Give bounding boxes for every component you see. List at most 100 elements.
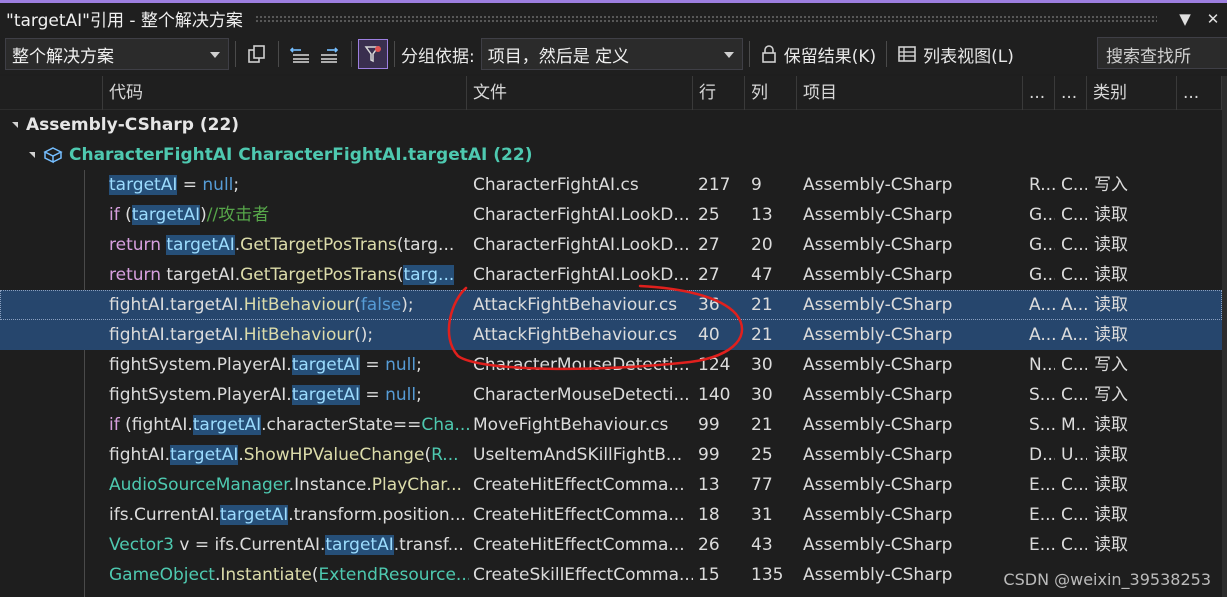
reference-row[interactable]: if (targetAI)//攻击者 CharacterFightAI.LookD… [0,200,1222,230]
code-cell: fightSystem.PlayerAI.targetAI = null; [109,350,469,380]
containing-member-cell: S... [1029,385,1055,405]
code-cell: Vector3 v = ifs.CurrentAI.targetAI.trans… [109,530,469,560]
code-token: GetTargetPosTrans [240,235,397,255]
code-token: Instantiate [220,565,312,585]
code-token: false [360,295,402,315]
containing-type-cell: C... [1061,385,1087,405]
containing-member-cell: E... [1029,475,1055,495]
window-position-dropdown-button[interactable]: ▼ [1171,10,1199,28]
code-cell: ifs.CurrentAI.targetAI.transform.positio… [109,500,469,530]
copy-button[interactable] [242,39,272,69]
code-cell: if (targetAI)//攻击者 [109,200,469,230]
reference-row[interactable]: fightAI.targetAI.ShowHPValueChange(R... U… [0,440,1222,470]
code-cell: fightSystem.PlayerAI.targetAI = null; [109,380,469,410]
kind-cell: 读取 [1094,415,1128,435]
reference-row[interactable]: return targetAI.GetTargetPosTrans(targ..… [0,260,1222,290]
line-cell: 99 [698,445,720,465]
reference-row[interactable]: ifs.CurrentAI.targetAI.transform.positio… [0,500,1222,530]
column-containing-type[interactable]: ... [1054,76,1086,110]
containing-type-cell: C... [1061,265,1087,285]
column-more[interactable]: ... [1176,76,1222,110]
column-cell: 25 [751,445,773,465]
reference-row[interactable]: Vector3 v = ifs.CurrentAI.targetAI.trans… [0,530,1222,560]
keep-results-button[interactable]: 保留结果(K) [756,39,880,69]
code-token: ExtendResource... [318,565,469,585]
containing-type-cell: C... [1061,475,1087,495]
column-file[interactable]: 文件 [466,76,692,110]
code-token: targetAI [219,505,289,525]
column-kind[interactable]: 类别 [1086,76,1176,110]
expand-collapse-icon[interactable] [29,152,35,158]
toolbar-separator [235,41,236,67]
column-col[interactable]: 列 [744,76,796,110]
filter-toggle-button[interactable] [358,39,388,69]
kind-cell: 读取 [1094,205,1128,225]
window-title: "targetAI"引用 - 整个解决方案 [6,11,243,31]
column-containing-member[interactable]: ... [1022,76,1054,110]
watermark: CSDN @weixin_39538253 [1003,570,1211,589]
title-drag-grip[interactable] [254,14,1157,23]
code-token: targetAI [109,175,178,195]
toolbar-separator [351,41,352,67]
project-group-label: Assembly-CSharp (22) [26,115,240,135]
code-token: GameObject [109,565,215,585]
line-cell: 26 [698,535,720,555]
containing-member-cell: G... [1029,265,1055,285]
line-cell: 99 [698,415,720,435]
reference-row[interactable]: fightAI.targetAI.HitBehaviour(); AttackFi… [0,320,1222,350]
code-token: ShowHPValueChange [243,445,425,465]
kind-cell: 读取 [1094,235,1128,255]
code-token: fightAI. [109,445,170,465]
code-token: return [109,265,161,285]
previous-location-button[interactable] [285,39,315,69]
copy-icon [248,45,265,63]
reference-row[interactable]: fightSystem.PlayerAI.targetAI = null; Cha… [0,350,1222,380]
vertical-scrollbar[interactable] [1222,76,1227,597]
code-token: ; [416,355,422,375]
file-cell: CharacterMouseDetecti... [473,385,690,405]
project-cell: Assembly-CSharp [803,235,953,255]
reference-row[interactable]: fightSystem.PlayerAI.targetAI = null; Cha… [0,380,1222,410]
close-button[interactable]: ✕ [1199,10,1227,28]
next-location-button[interactable] [315,39,345,69]
reference-row[interactable]: if (fightAI.targetAI.characterState==Cha… [0,410,1222,440]
reference-row[interactable]: return targetAI.GetTargetPosTrans(targ..… [0,230,1222,260]
column-cell: 47 [751,265,773,285]
column-line[interactable]: 行 [692,76,744,110]
line-cell: 140 [698,385,731,405]
code-token: fightSystem.PlayerAI. [109,385,292,405]
reference-row[interactable]: AudioSourceManager.Instance.PlayChar... C… [0,470,1222,500]
filter-icon [364,46,381,63]
code-token: .Instance. [288,475,372,495]
expand-collapse-icon[interactable] [12,122,18,128]
containing-member-cell: R... [1029,175,1055,195]
field-icon [43,147,63,164]
code-token: if [109,415,120,435]
containing-member-cell: G... [1029,205,1055,225]
code-token: targetAI [291,385,361,405]
line-cell: 217 [698,175,731,195]
line-cell: 124 [698,355,731,375]
code-token: = [360,385,386,405]
code-token: targetAI [291,355,361,375]
reference-row[interactable]: fightAI.targetAI.HitBehaviour(false); Att… [0,290,1222,320]
kind-cell: 写入 [1094,385,1128,405]
project-cell: Assembly-CSharp [803,475,953,495]
project-group-row[interactable]: Assembly-CSharp (22) [0,110,1222,140]
kind-cell: 写入 [1094,355,1128,375]
search-input[interactable]: 搜索查找所 [1097,37,1227,69]
code-cell: return targetAI.GetTargetPosTrans(targ..… [109,260,469,290]
line-cell: 27 [698,265,720,285]
scope-dropdown[interactable]: 整个解决方案 [5,38,229,70]
containing-type-cell: A... [1061,295,1087,315]
column-project[interactable]: 项目 [796,76,1022,110]
code-token: targetAI [166,235,235,255]
group-by-dropdown[interactable]: 项目，然后是 定义 [480,38,743,70]
line-cell: 36 [698,295,720,315]
results-tree: Assembly-CSharp (22) CharacterFightAI Ch… [0,110,1227,597]
project-cell: Assembly-CSharp [803,415,953,435]
column-code[interactable]: 代码 [102,76,466,110]
reference-row[interactable]: targetAI = null; CharacterFightAI.cs 217 9 A… [0,170,1222,200]
list-view-button[interactable]: 列表视图(L) [893,39,1018,69]
definition-group-row[interactable]: CharacterFightAI CharacterFightAI.target… [0,140,1222,170]
